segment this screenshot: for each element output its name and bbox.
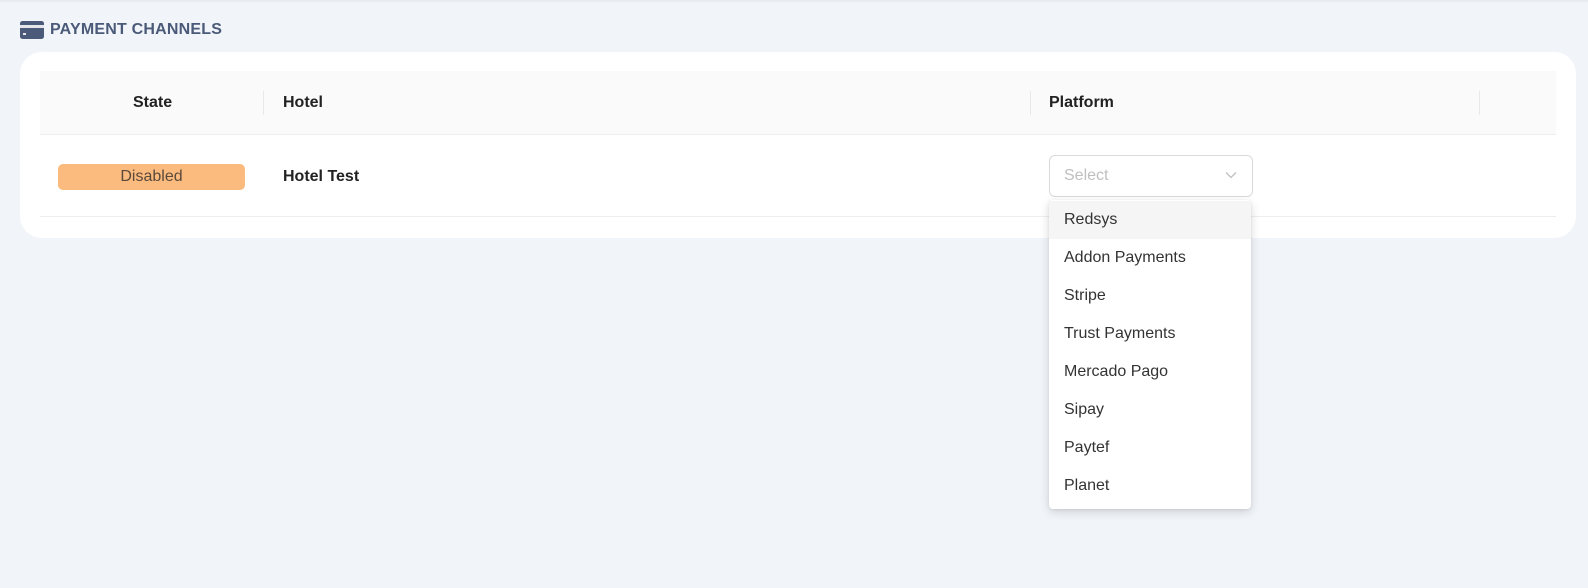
dropdown-option-stripe[interactable]: Stripe <box>1049 277 1251 315</box>
dropdown-option-redsys[interactable]: Redsys <box>1049 201 1251 239</box>
dropdown-option-planet[interactable]: Planet <box>1049 467 1251 505</box>
top-bar-shadow <box>0 0 1588 3</box>
column-header-platform[interactable]: Platform <box>1049 71 1114 135</box>
column-divider <box>1030 91 1031 115</box>
hotel-name: Hotel Test <box>283 168 360 185</box>
platform-select[interactable]: Select <box>1049 155 1253 197</box>
platform-select-placeholder: Select <box>1064 167 1109 184</box>
dropdown-option-addon-payments[interactable]: Addon Payments <box>1049 239 1251 277</box>
chevron-down-icon <box>1225 172 1237 179</box>
dropdown-option-sipay[interactable]: Sipay <box>1049 391 1251 429</box>
column-divider <box>1479 91 1480 115</box>
table-row: Disabled Hotel Test Select <box>40 135 1556 217</box>
column-header-state[interactable]: State <box>133 71 172 135</box>
dropdown-option-trust-payments[interactable]: Trust Payments <box>1049 315 1251 353</box>
payment-channels-panel: State Hotel Platform Disabled Hotel Test… <box>20 52 1576 238</box>
section-header: PAYMENT CHANNELS <box>20 18 222 42</box>
section-title: PAYMENT CHANNELS <box>50 21 223 38</box>
dropdown-option-mercado-pago[interactable]: Mercado Pago <box>1049 353 1251 391</box>
column-divider <box>263 91 264 115</box>
platform-dropdown-menu: Redsys Addon Payments Stripe Trust Payme… <box>1049 200 1251 509</box>
credit-card-icon <box>20 21 44 39</box>
column-header-hotel[interactable]: Hotel <box>283 71 323 135</box>
table-header: State Hotel Platform <box>40 71 1556 135</box>
status-badge: Disabled <box>58 164 245 190</box>
dropdown-option-paytef[interactable]: Paytef <box>1049 429 1251 467</box>
